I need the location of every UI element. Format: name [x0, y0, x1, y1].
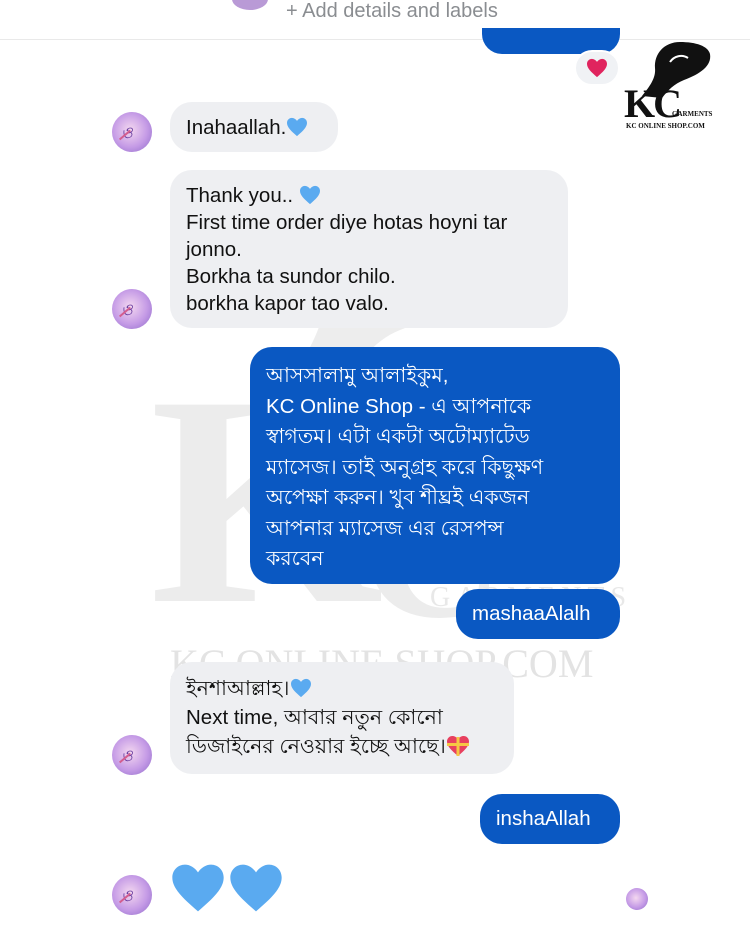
seen-receipt-avatar [626, 888, 648, 910]
blue-heart-icon [230, 864, 282, 912]
customer-avatar[interactable]: ও [112, 735, 152, 775]
blue-heart-icon [172, 864, 224, 912]
conversation-header-strip: + Add details and labels [0, 0, 750, 40]
message-text: ইনশাআল্লাহ। [186, 677, 290, 700]
message-text: আপনার ম্যাসেজ এর রেসপন্স [266, 516, 504, 540]
heart-with-ribbon-icon [446, 736, 469, 756]
logo-kc: KC [624, 81, 682, 126]
message-text: inshaAllah [496, 807, 591, 830]
blue-heart-icon [299, 185, 320, 205]
message-text: borkha kapor tao valo. [186, 292, 389, 315]
message-text: jonno. [186, 238, 242, 261]
add-details-link[interactable]: + Add details and labels [286, 0, 498, 23]
message-text: Next time, আবার নতুন কোনো [186, 706, 443, 729]
message-text: করবেন [266, 547, 324, 570]
message-bubble-incoming: Inahaallah. [170, 102, 338, 152]
message-text: KC Online Shop - এ আপনাকে [266, 394, 532, 418]
logo-garments: GARMENTS [672, 110, 713, 118]
message-text: ম্যাসেজ। তাই অনুগ্রহ করে কিছুক্ষণ [266, 455, 544, 479]
header-avatar [232, 0, 268, 10]
customer-avatar[interactable]: ও [112, 112, 152, 152]
message-text: Borkha ta sundor chilo. [186, 265, 396, 288]
red-heart-icon [587, 58, 607, 78]
message-bubble-outgoing: আসসালামু আলাইকুম, KC Online Shop - এ আপন… [250, 347, 620, 584]
logo-shop-url: KC ONLINE SHOP.COM [626, 122, 705, 130]
blue-heart-icon [290, 678, 311, 698]
message-bubble-outgoing: inshaAllah [480, 794, 620, 844]
heart-reaction[interactable] [574, 50, 620, 86]
kc-garments-logo: KC GARMENTS KC ONLINE SHOP.COM [622, 40, 712, 132]
message-text: আসসালামু আলাইকুম, [266, 364, 449, 387]
message-bubble-incoming: Thank you.. First time order diye hotas … [170, 170, 568, 328]
message-text: Inahaallah. [186, 116, 287, 139]
message-bubble-incoming: ইনশাআল্লাহ। Next time, আবার নতুন কোনো ডি… [170, 662, 514, 774]
message-bubble-outgoing: mashaaAlalh [456, 589, 620, 639]
message-text: mashaaAlalh [472, 602, 591, 625]
customer-avatar[interactable]: ও [112, 289, 152, 329]
message-text: অপেক্ষা করুন। খুব শীঘ্রই একজন [266, 486, 530, 509]
message-text: ডিজাইনের নেওয়ার ইচ্ছে আছে। [186, 735, 446, 758]
message-text: Thank you.. [186, 184, 294, 207]
message-text: First time order diye hotas hoyni tar [186, 211, 508, 234]
blue-heart-icon [287, 117, 308, 137]
emoji-message [170, 862, 284, 914]
message-text: স্বাগতম। এটা একটা অটোম্যাটেড [266, 425, 530, 448]
customer-avatar[interactable]: ও [112, 875, 152, 915]
